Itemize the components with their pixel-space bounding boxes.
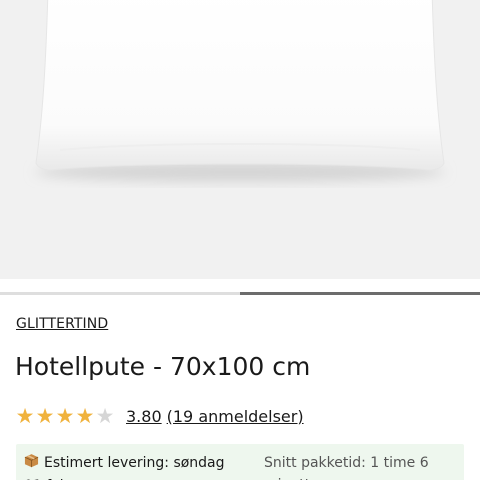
star-filled-icon: ★ xyxy=(15,404,35,428)
star-filled-icon: ★ xyxy=(55,404,75,428)
review-count-link[interactable]: (19 anmeldelser) xyxy=(167,407,304,426)
star-filled-icon: ★ xyxy=(75,404,95,428)
gallery-progress-indicator xyxy=(240,292,480,295)
delivery-text: Estimert levering: søndag 01 feb xyxy=(24,455,225,480)
rating-row[interactable]: ★ ★ ★ ★ ★ 3.80 (19 anmeldelser) xyxy=(15,403,304,429)
star-rating: ★ ★ ★ ★ ★ xyxy=(15,403,115,429)
star-filled-icon: ★ xyxy=(35,404,55,428)
pillow-illustration xyxy=(35,0,445,182)
delivery-estimate: Estimert levering: søndag 01 feb xyxy=(24,452,246,480)
package-icon xyxy=(24,453,39,475)
brand-link[interactable]: GLITTERTIND xyxy=(16,316,108,332)
product-title: Hotellpute - 70x100 cm xyxy=(15,352,311,381)
rating-value[interactable]: 3.80 xyxy=(126,407,162,426)
product-image[interactable] xyxy=(0,0,480,279)
delivery-info-box: Estimert levering: søndag 01 feb Snitt p… xyxy=(16,444,464,480)
product-page: GLITTERTIND Hotellpute - 70x100 cm ★ ★ ★ ★ ★… xyxy=(0,0,480,480)
packing-time: Snitt pakketid: 1 time 6 minutt xyxy=(264,455,429,480)
star-empty-icon: ★ xyxy=(95,404,115,428)
gallery-progress-bar[interactable] xyxy=(0,292,480,295)
